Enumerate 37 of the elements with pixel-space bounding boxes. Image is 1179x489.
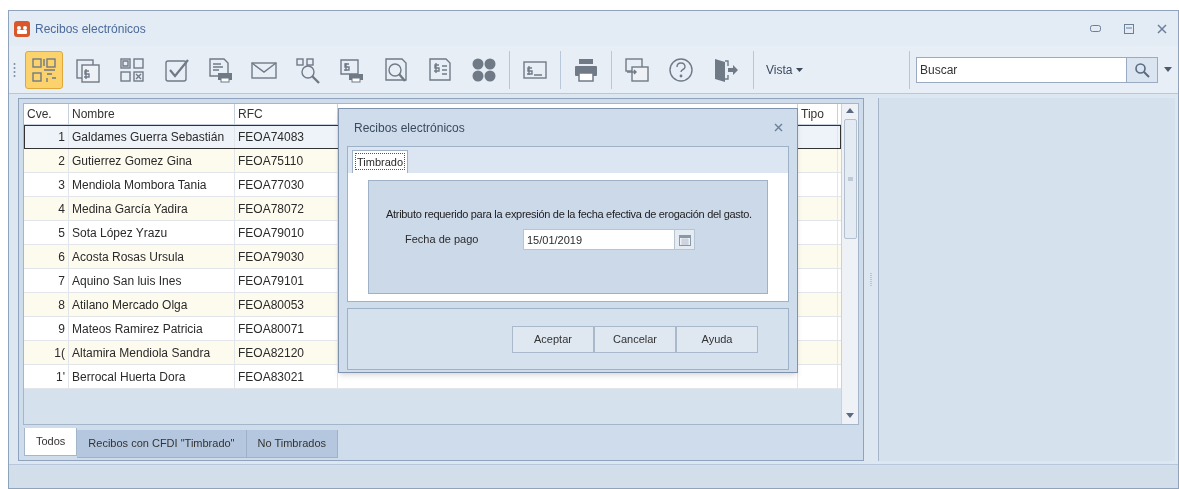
table-cell-text: 1 <box>58 129 65 146</box>
table-cell-text: Mateos Ramirez Patricia <box>72 320 203 338</box>
table-cell-text: 8 <box>58 296 65 314</box>
table-cell-text: 5 <box>58 224 65 242</box>
table-cell-text: FEOA75110 <box>238 152 304 170</box>
table-cell-text: FEOA79030 <box>238 248 305 266</box>
table-cell-text: 4 <box>58 200 65 218</box>
table-cell-text: 1' <box>56 368 65 386</box>
table-cell-text: FEOA82120 <box>238 344 305 362</box>
table-cell-text: Medina García Yadira <box>72 200 188 218</box>
table-cell-text: FEOA77030 <box>238 176 305 194</box>
table-cell-text: Galdames Guerra Sebastián <box>72 129 225 146</box>
table-cell-text: Aquino San luis Ines <box>72 272 182 290</box>
table-cell-text: Altamira Mendiola Sandra <box>72 344 211 362</box>
table-cell-text: Acosta Rosas Ursula <box>72 248 185 266</box>
table-cell-text: Atilano Mercado Olga <box>72 296 188 314</box>
dialog-title: Recibos electrónicos <box>354 119 465 137</box>
table-cell-text: 6 <box>58 248 65 266</box>
table-cell-text: 7 <box>58 272 65 290</box>
table-cell-text: 2 <box>58 152 65 170</box>
table-cell-text: Gutierrez Gomez Gina <box>72 152 193 170</box>
table-cell-text: 9 <box>58 320 65 338</box>
table-cell-text: 1( <box>54 344 65 362</box>
table-cell-text: FEOA74083 <box>238 129 305 146</box>
table-cell-text: Mendiola Mombora Tania <box>72 176 207 194</box>
table-cell-text: 3 <box>58 176 65 194</box>
table-cell-text: FEOA79010 <box>238 224 305 242</box>
table-cell-text: Sota López Yrazu <box>72 224 168 242</box>
table-cell-text: FEOA80071 <box>238 320 305 338</box>
field-label: Fecha de pago <box>405 232 480 248</box>
window-title: Recibos electrónicos <box>35 20 146 38</box>
description-text: Atributo requerido para la expresión de la fecha efectiva de erogación del gasto. <box>386 207 753 222</box>
table-cell-text: FEOA83021 <box>238 368 305 386</box>
table-cell-text: FEOA78072 <box>238 200 305 218</box>
table-cell-text: FEOA80053 <box>238 296 305 314</box>
table-cell-text: FEOA79101 <box>238 272 305 290</box>
table-cell-text: Berrocal Huerta Dora <box>72 368 186 386</box>
